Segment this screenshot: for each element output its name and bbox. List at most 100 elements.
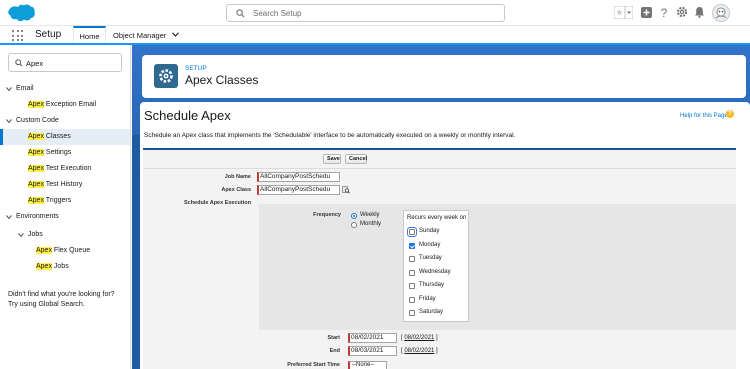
svg-text:?: ? <box>661 6 668 19</box>
job-name-label: Job Name <box>224 174 251 180</box>
end-date-field[interactable]: 08/03/2021 <box>348 346 397 356</box>
day-checkbox-sunday[interactable] <box>407 227 417 237</box>
sidebar-item-apex-jobs[interactable]: Apex Jobs <box>0 259 130 275</box>
page-description: Schedule an Apex class that implements t… <box>144 132 516 139</box>
day-checkbox-friday[interactable] <box>409 297 415 303</box>
preferred-start-select[interactable]: --None-- <box>348 361 387 369</box>
date-link-text[interactable]: 08/02/2021 <box>404 335 434 341</box>
didnt-find-line: Didn't find what you're looking for? <box>8 291 115 298</box>
sidebar-item-apex-test-history[interactable]: Apex Test History <box>0 177 130 193</box>
sidebar-item-apex-settings[interactable]: Apex Settings <box>0 145 130 161</box>
main-content-area: SETUP Apex Classes Schedule Apex Help fo… <box>132 45 750 369</box>
day-label: Wednesday <box>419 269 451 275</box>
sidebar-item-apex-classes[interactable]: Apex Classes <box>0 129 130 145</box>
day-checkbox-saturday[interactable] <box>409 310 415 316</box>
sidebar-item-jobs[interactable]: Jobs <box>0 227 130 243</box>
apex-classes-icon <box>154 64 178 88</box>
start-date-link[interactable]: [ 08/02/2021 ] <box>401 335 438 341</box>
job-name-field[interactable]: AllCompanyPostSchedu <box>257 172 340 182</box>
chevron-down-icon[interactable] <box>172 32 179 37</box>
search-highlight: Apex <box>28 149 44 156</box>
sidebar-item-label: Jobs <box>51 263 69 270</box>
sidebar-item-label: Triggers <box>43 197 72 204</box>
day-label: Thursday <box>419 282 445 288</box>
page-eyebrow: SETUP <box>185 65 207 72</box>
page-header: SETUP Apex Classes <box>142 55 746 98</box>
chevron-down-icon[interactable] <box>6 118 12 124</box>
date-link-text[interactable]: 08/02/2021 <box>404 348 434 354</box>
day-checkbox-thursday[interactable] <box>409 283 415 289</box>
day-label: Sunday <box>419 228 440 234</box>
chevron-down-icon[interactable] <box>6 86 12 92</box>
help-icon[interactable]: ? <box>659 6 669 19</box>
global-search[interactable]: Search Setup <box>226 4 505 22</box>
favorites-star-icon[interactable] <box>614 6 625 19</box>
sidebar-item-apex-test-execution[interactable]: Apex Test Execution <box>0 161 130 177</box>
sidebar-item-apex-exception-email[interactable]: Apex Exception Email <box>0 97 130 113</box>
save-button[interactable]: Save <box>323 154 341 164</box>
tab-home[interactable]: Home <box>73 26 106 43</box>
sidebar-item-apex-triggers[interactable]: Apex Triggers <box>0 193 130 209</box>
setup-sidebar: Apex Email Apex Exception Email Custom C… <box>0 45 131 369</box>
search-highlight: Apex <box>36 247 52 254</box>
search-highlight: Apex <box>36 263 52 270</box>
avatar[interactable] <box>712 4 730 22</box>
setup-gear-icon[interactable] <box>676 6 688 18</box>
end-date-link[interactable]: [ 08/02/2021 ] <box>401 348 438 354</box>
quick-find-value: Apex <box>26 59 44 68</box>
sidebar-item-email[interactable]: Email <box>0 81 130 97</box>
day-checkbox-tuesday[interactable] <box>409 256 415 262</box>
didnt-find-message: Didn't find what you're looking for? Try… <box>8 290 115 310</box>
sidebar-item-label: Custom Code <box>16 117 59 124</box>
start-label: Start <box>327 335 340 341</box>
notifications-bell-icon[interactable] <box>694 6 705 18</box>
app-launcher-icon[interactable] <box>12 30 23 41</box>
lookup-icon[interactable] <box>342 186 350 194</box>
salesforce-logo[interactable] <box>7 4 35 22</box>
sidebar-item-apex-flex-queue[interactable]: Apex Flex Queue <box>0 243 130 259</box>
sidebar-item-label: Jobs <box>28 231 43 238</box>
frequency-weekly-radio[interactable] <box>351 213 357 219</box>
search-placeholder: Search Setup <box>253 9 302 18</box>
sidebar-item-label: Exception Email <box>43 101 97 108</box>
quick-find-input[interactable]: Apex <box>8 53 122 72</box>
frequency-option: Monthly <box>360 221 382 227</box>
search-icon <box>15 59 23 67</box>
schedule-execution-panel: Frequency Weekly Monthly Recurs every we… <box>259 204 736 330</box>
favorites-dropdown-icon[interactable] <box>625 6 633 19</box>
schedule-apex-panel: Schedule Apex Help for this Page ? Sched… <box>140 102 750 369</box>
didnt-find-line: Try using Global Search. <box>8 301 85 308</box>
sidebar-item-environments[interactable]: Environments <box>0 209 130 225</box>
cancel-button[interactable]: Cancel <box>345 154 367 164</box>
search-highlight: Apex <box>28 197 44 204</box>
schedule-execution-label: Schedule Apex Execution <box>183 200 251 206</box>
tab-object-manager[interactable]: Object Manager <box>112 26 184 43</box>
tab-label: Home <box>79 32 100 41</box>
frequency-monthly-radio[interactable] <box>351 222 357 228</box>
preferred-start-label: Preferred Start Time <box>287 362 340 368</box>
sidebar-item-label: Email <box>16 85 34 92</box>
frequency-option: Weekly <box>360 212 380 218</box>
sidebar-item-label: Test History <box>43 181 83 188</box>
day-label: Friday <box>419 296 436 302</box>
sidebar-item-custom-code[interactable]: Custom Code <box>0 113 130 129</box>
select-value: --None-- <box>352 362 375 368</box>
start-date-field[interactable]: 08/02/2021 <box>348 333 397 343</box>
day-checkbox-monday[interactable] <box>409 243 415 249</box>
app-name: Setup <box>35 29 62 40</box>
schedule-form: Save Cancel Job Name AllCompanyPostSched… <box>143 148 736 369</box>
chevron-down-icon[interactable] <box>18 232 24 238</box>
divider <box>143 168 736 169</box>
global-actions-icon[interactable] <box>641 7 652 18</box>
help-icon[interactable]: ? <box>726 110 734 118</box>
search-highlight: Apex <box>28 181 44 188</box>
help-link[interactable]: Help for this Page <box>680 113 728 119</box>
search-highlight: Apex <box>28 165 44 172</box>
section-title: Schedule Apex <box>144 108 231 123</box>
recurs-weekly-box: Recurs every week on Sunday Monday Tuesd… <box>403 210 469 322</box>
header-icons: ? <box>614 4 744 22</box>
search-highlight: Apex <box>28 133 44 140</box>
apex-class-field[interactable]: AllCompanyPostSchedu <box>257 185 340 195</box>
day-checkbox-wednesday[interactable] <box>409 270 415 276</box>
chevron-down-icon[interactable] <box>6 214 12 220</box>
